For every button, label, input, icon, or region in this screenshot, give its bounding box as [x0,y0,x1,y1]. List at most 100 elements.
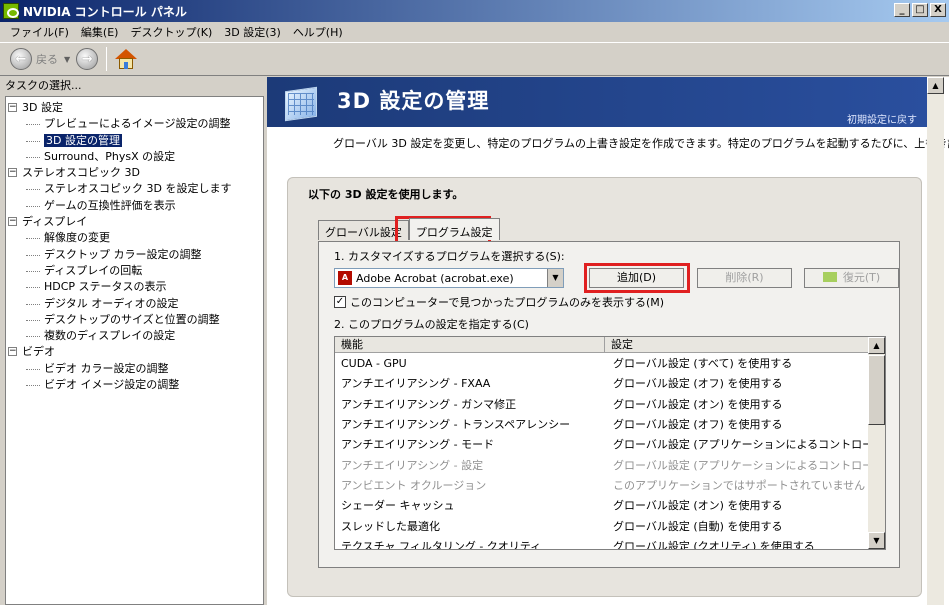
column-header-setting[interactable]: 設定 [605,337,870,352]
collapse-icon[interactable]: − [8,103,17,112]
feature-cell: アンチエイリアシング - モード [341,438,495,452]
tree-label: ステレオスコピック 3D を設定します [44,182,232,196]
tree-item-game-compatibility[interactable]: ゲームの互換性評価を表示 [6,198,263,214]
tree-item-video-image[interactable]: ビデオ イメージ設定の調整 [6,377,263,393]
tree-item-surround-physx[interactable]: Surround、PhysX の設定 [6,149,263,165]
setting-cell[interactable]: グローバル設定 (自動) を使用する [605,518,870,534]
tree-label: 複数のディスプレイの設定 [44,329,176,343]
restore-program-button[interactable]: 復元(T) [804,268,899,288]
tree-item-desktop-color[interactable]: デスクトップ カラー設定の調整 [6,247,263,263]
back-history-dropdown-icon[interactable]: ▼ [64,55,70,64]
table-row[interactable]: アンチエイリアシング - FXAA グローバル設定 (オフ) を使用する [335,373,885,393]
restore-button-label: 復元(T) [842,271,881,284]
window-title: NVIDIA コントロール パネル [23,4,187,19]
back-button-label[interactable]: 戻る [36,51,58,67]
show-found-programs-label[interactable]: このコンピューターで見つかったプログラムのみを表示する(M) [350,294,664,310]
feature-cell: シェーダー キャッシュ [341,499,455,513]
tree-category-video[interactable]: − ビデオ [6,344,263,360]
tree-label: ステレオスコピック 3D [22,166,140,180]
tree-item-change-resolution[interactable]: 解像度の変更 [6,230,263,246]
table-row[interactable]: スレッドした最適化 グローバル設定 (自動) を使用する [335,515,885,535]
tree-item-manage-3d-settings[interactable]: 3D 設定の管理 [6,133,263,149]
minimize-button[interactable]: _ [894,3,910,17]
feature-cell: アンチエイリアシング - トランスペアレンシー [341,418,571,432]
tree-label: ディスプレイの回転 [44,263,143,277]
feature-cell: スレッドした最適化 [341,519,440,533]
table-row[interactable]: アンチエイリアシング - トランスペアレンシー グローバル設定 (オフ) を使用す… [335,414,885,434]
tree-category-stereoscopic[interactable]: − ステレオスコピック 3D [6,165,263,181]
menu-edit[interactable]: 編集(E) [75,24,125,40]
tree-item-desktop-size[interactable]: デスクトップのサイズと位置の調整 [6,312,263,328]
tree-item-video-color[interactable]: ビデオ カラー設定の調整 [6,361,263,377]
setting-cell[interactable]: グローバル設定 (オフ) を使用する [605,375,870,391]
feature-cell: CUDA - GPU [341,356,407,370]
settings-group: 以下の 3D 設定を使用します。 グローバル設定 プログラム設定 1. カスタマ… [287,177,922,597]
nvidia-restore-icon [822,272,837,282]
menu-file[interactable]: ファイル(F) [4,24,75,40]
collapse-icon[interactable]: − [8,168,17,178]
menu-3d-settings[interactable]: 3D 設定(3) [218,24,287,40]
3d-settings-cube-icon [279,81,325,123]
table-scrollbar[interactable]: ▲ ▼ [868,337,885,549]
restore-defaults-link[interactable]: 初期設定に戻す [847,111,917,126]
tab-program-settings[interactable]: プログラム設定 [408,218,500,240]
setting-cell[interactable]: グローバル設定 (オン) を使用する [605,396,870,412]
nvidia-control-panel-window: NVIDIA コントロール パネル _ □ X ファイル(F) 編集(E) デス… [0,0,949,605]
forward-arrow-icon[interactable]: → [76,48,99,70]
menu-help[interactable]: ヘルプ(H) [287,24,349,40]
scroll-down-arrow-icon[interactable]: ▼ [868,532,885,549]
setting-cell[interactable]: グローバル設定 (アプリケーションによるコントロール) ... [605,457,870,473]
column-header-feature[interactable]: 機能 [335,337,605,352]
table-row[interactable]: シェーダー キャッシュ グローバル設定 (オン) を使用する [335,495,885,515]
tree-item-setup-stereoscopic[interactable]: ステレオスコピック 3D を設定します [6,181,263,197]
back-arrow-icon[interactable]: ← [10,48,32,70]
adobe-acrobat-icon: A [338,271,352,285]
tree-label: HDCP ステータスの表示 [44,280,167,294]
table-row[interactable]: アンチエイリアシング - モード グローバル設定 (アプリケーションによるコントロ… [335,434,885,454]
collapse-icon[interactable]: − [8,217,17,227]
maximize-button[interactable]: □ [912,3,928,17]
chevron-down-icon[interactable]: ▼ [547,269,563,287]
select-program-label: 1. カスタマイズするプログラムを選択する(S): [334,250,565,263]
highlight-add-button [584,263,690,293]
menu-desktop[interactable]: デスクトップ(K) [124,24,218,40]
setting-cell[interactable]: グローバル設定 (すべて) を使用する [605,355,870,371]
page-description: グローバル 3D 設定を変更し、特定のプログラムの上書き設定を作成できます。特定… [333,137,949,150]
scroll-thumb[interactable] [868,355,885,425]
tree-label: ディスプレイ [22,215,88,229]
tree-item-image-preview[interactable]: プレビューによるイメージ設定の調整 [6,116,263,132]
collapse-icon[interactable]: − [8,347,17,357]
table-row[interactable]: テクスチャ フィルタリング - クオリティ グローバル設定 (クオリティ) を使用… [335,536,885,550]
program-select[interactable]: A Adobe Acrobat (acrobat.exe) ▼ [334,268,564,288]
table-row[interactable]: CUDA - GPU グローバル設定 (すべて) を使用する [335,353,885,373]
table-header: 機能 設定 [335,337,885,353]
tree-label: ビデオ [22,345,55,359]
close-button[interactable]: X [930,3,946,17]
delete-program-button[interactable]: 削除(R) [697,268,792,288]
tree-item-digital-audio[interactable]: デジタル オーディオの設定 [6,296,263,312]
tree-label: デスクトップ カラー設定の調整 [44,247,202,261]
content-scroll-up-icon[interactable]: ▲ [927,77,944,94]
setting-cell[interactable]: グローバル設定 (クオリティ) を使用する [605,538,870,549]
tree-category-3d-settings[interactable]: −3D 設定 [6,100,263,116]
tree-item-hdcp-status[interactable]: HDCP ステータスの表示 [6,279,263,295]
setting-cell[interactable]: グローバル設定 (オフ) を使用する [605,416,870,432]
feature-cell: アンチエイリアシング - 設定 [341,458,484,472]
feature-cell: テクスチャ フィルタリング - クオリティ [341,539,542,550]
tree-item-multiple-displays[interactable]: 複数のディスプレイの設定 [6,328,263,344]
tree-category-display[interactable]: − ディスプレイ [6,214,263,230]
content-scrollbar[interactable]: ▲ [927,77,944,605]
table-row[interactable]: アンビエント オクルージョン このアプリケーションではサポートされていません [335,475,885,495]
table-row[interactable]: アンチエイリアシング - 設定 グローバル設定 (アプリケーションによるコントロー… [335,454,885,474]
nvidia-logo-icon [3,3,19,19]
scroll-up-arrow-icon[interactable]: ▲ [868,337,885,354]
show-found-programs-checkbox[interactable]: ✓ [334,296,346,308]
task-tree: −3D 設定 プレビューによるイメージ設定の調整 3D 設定の管理 Surrou… [5,96,264,605]
home-icon[interactable] [115,48,138,70]
setting-cell[interactable]: グローバル設定 (オン) を使用する [605,497,870,513]
setting-cell[interactable]: グローバル設定 (アプリケーションによるコントロール) ... [605,436,870,452]
table-row[interactable]: アンチエイリアシング - ガンマ修正 グローバル設定 (オン) を使用する [335,394,885,414]
settings-heading: 以下の 3D 設定を使用します。 [308,188,464,201]
menu-bar: ファイル(F) 編集(E) デスクトップ(K) 3D 設定(3) ヘルプ(H) [0,22,949,42]
tree-item-rotate-display[interactable]: ディスプレイの回転 [6,263,263,279]
